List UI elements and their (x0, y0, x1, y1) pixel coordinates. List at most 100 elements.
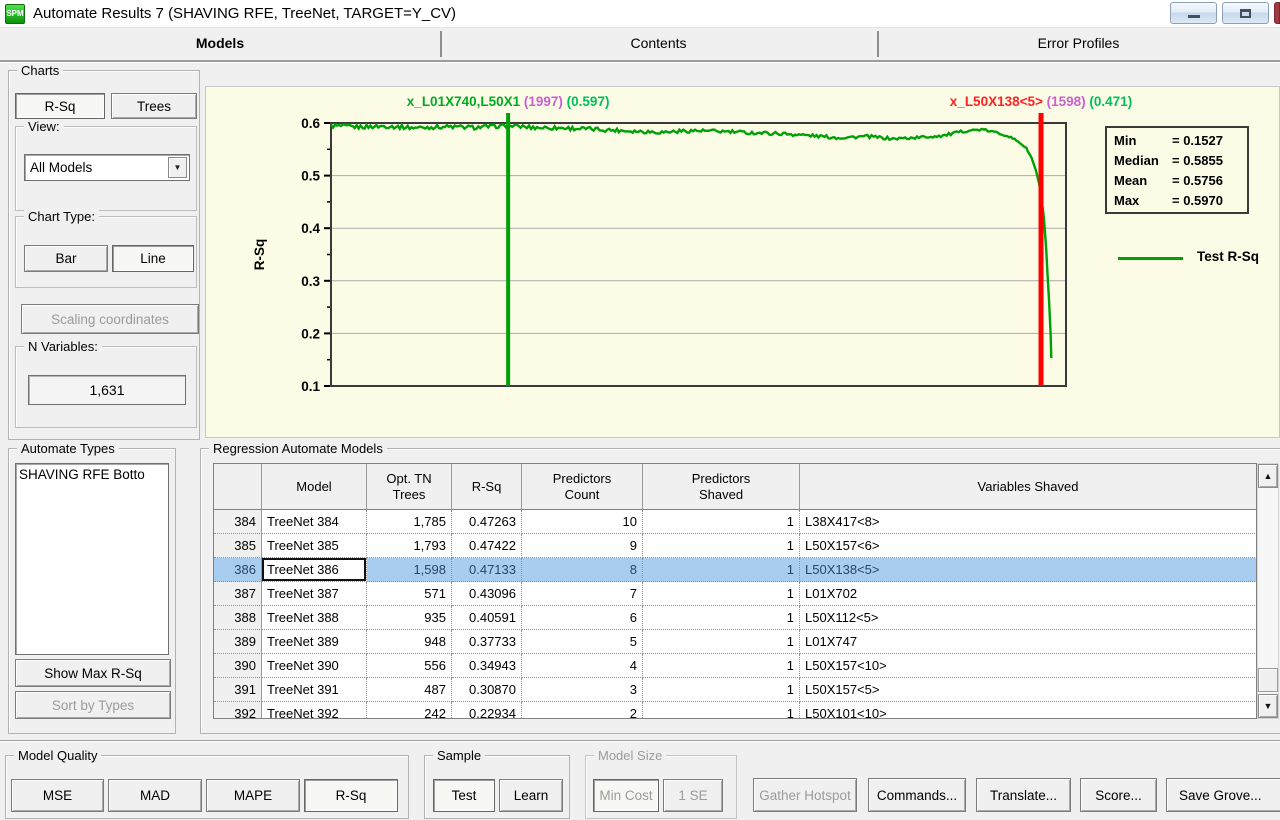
grid-cell[interactable]: L50X157<5> (800, 678, 1257, 702)
maximize-button[interactable] (1222, 2, 1269, 24)
tab-contents[interactable]: Contents (440, 28, 877, 60)
grid-cell[interactable]: 5 (522, 630, 643, 654)
grid-cell[interactable]: 1 (643, 534, 800, 558)
model-row-391[interactable]: 391TreeNet 3914870.3087031L50X157<5> (214, 678, 1257, 702)
grid-cell[interactable]: L50X112<5> (800, 606, 1257, 630)
grid-cell[interactable]: 1 (643, 510, 800, 534)
grid-cell[interactable]: TreeNet 385 (262, 534, 367, 558)
grid-cell[interactable]: TreeNet 392 (262, 702, 367, 719)
grid-cell[interactable]: 0.47422 (452, 534, 522, 558)
automate-type-item[interactable]: SHAVING RFE Botto (19, 466, 165, 483)
chevron-down-icon[interactable]: ▼ (168, 157, 187, 178)
model-row-389[interactable]: 389TreeNet 3899480.3773351L01X747 (214, 630, 1257, 654)
grid-cell[interactable]: 1,793 (367, 534, 452, 558)
tab-models[interactable]: Models (0, 28, 440, 60)
grid-cell[interactable]: 391 (214, 678, 262, 702)
model-row-386[interactable]: 386TreeNet 3861,5980.4713381L50X138<5> (214, 558, 1257, 582)
grid-cell[interactable]: 6 (522, 606, 643, 630)
grid-cell[interactable]: 0.47133 (452, 558, 522, 582)
grid-cell[interactable]: 1,598 (367, 558, 452, 582)
minimize-button[interactable] (1170, 2, 1217, 24)
test-sample-button[interactable]: Test (433, 779, 495, 812)
model-row-385[interactable]: 385TreeNet 3851,7930.4742291L50X157<6> (214, 534, 1257, 558)
models-grid-scrollbar[interactable]: ▲ ▼ (1257, 463, 1279, 719)
grid-cell[interactable]: 1 (643, 702, 800, 719)
grid-cell[interactable]: 8 (522, 558, 643, 582)
grid-cell[interactable]: TreeNet 389 (262, 630, 367, 654)
grid-cell[interactable]: 10 (522, 510, 643, 534)
grid-cell[interactable]: TreeNet 388 (262, 606, 367, 630)
grid-cell[interactable]: L38X417<8> (800, 510, 1257, 534)
grid-cell[interactable]: 387 (214, 582, 262, 606)
grid-cell[interactable]: TreeNet 391 (262, 678, 367, 702)
grid-cell[interactable]: 1 (643, 630, 800, 654)
grid-cell[interactable]: 1 (643, 606, 800, 630)
line-chart-button[interactable]: Line (112, 245, 194, 272)
grid-cell[interactable]: L50X157<10> (800, 654, 1257, 678)
grid-cell[interactable]: 948 (367, 630, 452, 654)
grid-cell[interactable]: 4 (522, 654, 643, 678)
rsq-chart-button[interactable]: R-Sq (15, 93, 105, 119)
grid-cell[interactable]: 386 (214, 558, 262, 582)
grid-cell[interactable]: L50X138<5> (800, 558, 1257, 582)
grid-cell[interactable]: TreeNet 390 (262, 654, 367, 678)
grid-cell[interactable]: 7 (522, 582, 643, 606)
commands-button[interactable]: Commands... (868, 778, 966, 812)
model-row-390[interactable]: 390TreeNet 3905560.3494341L50X157<10> (214, 654, 1257, 678)
bar-chart-button[interactable]: Bar (24, 245, 108, 272)
grid-cell[interactable]: 556 (367, 654, 452, 678)
grid-cell[interactable]: 0.22934 (452, 702, 522, 719)
mse-button[interactable]: MSE (11, 779, 104, 812)
grid-cell[interactable]: 0.34943 (452, 654, 522, 678)
grid-cell[interactable]: 1 (643, 558, 800, 582)
scrollbar-thumb[interactable] (1258, 668, 1278, 692)
scroll-down-icon[interactable]: ▼ (1258, 694, 1278, 718)
grid-cell[interactable]: TreeNet 387 (262, 582, 367, 606)
grid-cell[interactable]: L50X101<10> (800, 702, 1257, 719)
grid-cell[interactable]: 0.40591 (452, 606, 522, 630)
view-dropdown[interactable]: All Models ▼ (24, 154, 190, 181)
grid-cell[interactable]: 242 (367, 702, 452, 719)
grid-cell[interactable]: 3 (522, 678, 643, 702)
save-grove-button[interactable]: Save Grove... (1166, 778, 1280, 812)
grid-cell[interactable]: 390 (214, 654, 262, 678)
rsq-quality-button[interactable]: R-Sq (304, 779, 398, 812)
grid-cell[interactable]: 385 (214, 534, 262, 558)
grid-cell[interactable]: 9 (522, 534, 643, 558)
grid-cell[interactable]: 384 (214, 510, 262, 534)
close-button[interactable] (1274, 2, 1280, 24)
grid-cell[interactable]: 392 (214, 702, 262, 719)
grid-cell[interactable]: 1,785 (367, 510, 452, 534)
grid-cell[interactable]: TreeNet 386 (262, 558, 367, 582)
grid-cell[interactable]: 1 (643, 582, 800, 606)
grid-cell[interactable]: 0.43096 (452, 582, 522, 606)
trees-chart-button[interactable]: Trees (111, 93, 197, 119)
grid-cell[interactable]: 935 (367, 606, 452, 630)
show-max-rsq-button[interactable]: Show Max R-Sq (15, 659, 171, 687)
grid-cell[interactable]: L01X747 (800, 630, 1257, 654)
grid-cell[interactable]: 1 (643, 678, 800, 702)
model-row-392[interactable]: 392TreeNet 3922420.2293421L50X101<10> (214, 702, 1257, 719)
grid-cell[interactable]: L50X157<6> (800, 534, 1257, 558)
grid-cell[interactable]: 388 (214, 606, 262, 630)
model-row-384[interactable]: 384TreeNet 3841,7850.47263101L38X417<8> (214, 510, 1257, 534)
tab-error-profiles[interactable]: Error Profiles (877, 28, 1280, 60)
translate-button[interactable]: Translate... (976, 778, 1071, 812)
grid-cell[interactable]: 0.47263 (452, 510, 522, 534)
grid-cell[interactable]: 389 (214, 630, 262, 654)
model-row-388[interactable]: 388TreeNet 3889350.4059161L50X112<5> (214, 606, 1257, 630)
mad-button[interactable]: MAD (108, 779, 202, 812)
grid-cell[interactable]: 571 (367, 582, 452, 606)
learn-sample-button[interactable]: Learn (499, 779, 563, 812)
scroll-up-icon[interactable]: ▲ (1258, 464, 1278, 488)
automate-types-listbox[interactable]: SHAVING RFE Botto (15, 463, 169, 655)
grid-cell[interactable]: L01X702 (800, 582, 1257, 606)
rsq-chart[interactable]: 0.10.20.30.40.50.6R-Sq (206, 87, 1280, 438)
grid-cell[interactable]: 1 (643, 654, 800, 678)
grid-cell[interactable]: 487 (367, 678, 452, 702)
grid-cell[interactable]: 0.30870 (452, 678, 522, 702)
grid-cell[interactable]: 0.37733 (452, 630, 522, 654)
grid-cell[interactable]: 2 (522, 702, 643, 719)
score-button[interactable]: Score... (1080, 778, 1157, 812)
grid-cell[interactable]: TreeNet 384 (262, 510, 367, 534)
